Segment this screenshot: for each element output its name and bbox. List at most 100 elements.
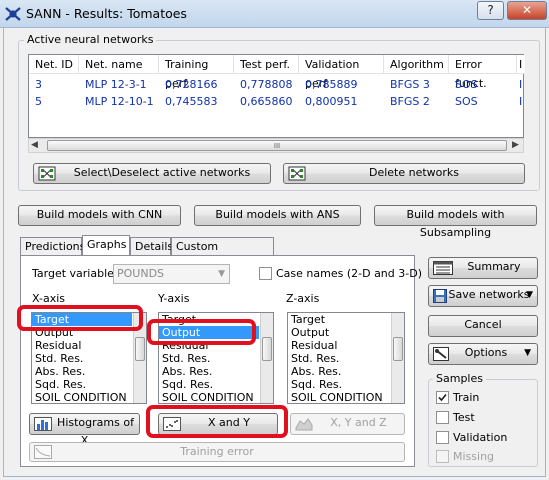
- case-names-checkbox[interactable]: [259, 267, 272, 280]
- y-output-highlight: [147, 319, 256, 345]
- col-header[interactable]: Validation perf.: [299, 55, 384, 90]
- z-axis-list[interactable]: Target Output Residual Std. Res. Abs. Re…: [287, 312, 405, 404]
- list-item[interactable]: Residual: [32, 339, 146, 352]
- floppy-disk-icon: [433, 289, 447, 303]
- tab-details[interactable]: Details: [130, 237, 173, 256]
- list-item[interactable]: Sqd. Res.: [159, 378, 273, 391]
- scroll-thumb[interactable]: III: [47, 140, 507, 151]
- train-checkbox[interactable]: [436, 391, 449, 404]
- target-variable-label: Target variable:: [32, 267, 118, 280]
- scroll-left-icon[interactable]: ◀: [31, 140, 38, 150]
- options-button[interactable]: Options ▼: [428, 343, 538, 365]
- cell[interactable]: SOS: [449, 77, 478, 93]
- help-button[interactable]: ?: [477, 1, 504, 20]
- histogram-icon: [34, 417, 52, 431]
- cell[interactable]: I: [517, 94, 522, 110]
- checkmark-icon: [438, 393, 447, 402]
- list-item[interactable]: Sqd. Res.: [32, 378, 146, 391]
- list-item[interactable]: Std. Res.: [159, 352, 273, 365]
- dropdown-arrow-icon: ▼: [524, 348, 531, 358]
- col-header[interactable]: Algorithm: [384, 55, 449, 74]
- delete-networks-button[interactable]: Delete networks: [283, 163, 525, 184]
- horizontal-scrollbar[interactable]: ◀ III ▶: [28, 138, 524, 153]
- tab-predictions[interactable]: Predictions: [20, 237, 85, 256]
- tab-graphs[interactable]: Graphs: [82, 235, 130, 256]
- cell[interactable]: 0,785889: [299, 77, 358, 93]
- list-item[interactable]: Output: [288, 326, 404, 339]
- dropdown-arrow-icon: ▼: [526, 290, 533, 300]
- select-deselect-label: Select\Deselect active networks: [73, 166, 251, 179]
- cell[interactable]: 0,800951: [299, 94, 358, 110]
- cell[interactable]: BFGS 2: [384, 94, 430, 110]
- summary-icon: [433, 261, 453, 275]
- list-item[interactable]: Abs. Res.: [159, 365, 273, 378]
- validation-label: Validation: [453, 431, 508, 444]
- train-label: Train: [453, 391, 480, 404]
- vertical-scrollbar[interactable]: [391, 313, 404, 403]
- col-header[interactable]: Error funct.: [449, 55, 517, 90]
- col-header[interactable]: Training perf.: [159, 55, 234, 90]
- save-networks-button[interactable]: Save networks ▼: [428, 285, 538, 307]
- cell[interactable]: BFGS 3: [384, 77, 430, 93]
- cell[interactable]: 3: [29, 77, 42, 93]
- target-variable-select[interactable]: POUNDS ▼: [113, 264, 230, 284]
- cell[interactable]: 0,745583: [159, 94, 218, 110]
- col-header[interactable]: Test perf.: [234, 55, 299, 74]
- training-error-label: Training error: [180, 445, 254, 458]
- networks-table[interactable]: Net. ID Net. name Training perf. Test pe…: [28, 54, 525, 138]
- save-networks-label: Save networks: [448, 288, 530, 301]
- list-item[interactable]: SOIL CONDITION: [159, 391, 273, 403]
- cancel-button[interactable]: Cancel: [428, 315, 538, 337]
- options-label: Options: [464, 346, 508, 359]
- list-item[interactable]: SOIL CONDITION: [32, 391, 146, 403]
- test-label: Test: [453, 411, 475, 424]
- close-button[interactable]: ✕: [507, 1, 547, 20]
- cell[interactable]: MLP 12-10-1: [79, 94, 154, 110]
- network-grid-icon: [288, 166, 306, 181]
- col-header[interactable]: I: [517, 55, 525, 74]
- xy-button-highlight: [146, 405, 288, 438]
- xyz-button[interactable]: X, Y and Z: [290, 413, 405, 435]
- col-header[interactable]: Net. name: [79, 55, 159, 74]
- list-item[interactable]: SOIL CONDITION: [288, 391, 404, 403]
- cell[interactable]: I: [517, 77, 522, 93]
- network-grid-icon: [38, 166, 56, 181]
- case-names-label: Case names (2-D and 3-D): [276, 267, 422, 280]
- missing-label: Missing: [453, 450, 495, 463]
- build-cnn-button[interactable]: Build models with CNN: [18, 205, 181, 226]
- list-item[interactable]: Std. Res.: [32, 352, 146, 365]
- delete-networks-label: Delete networks: [368, 166, 460, 179]
- summary-button[interactable]: Summary: [428, 257, 538, 279]
- cell[interactable]: SOS: [449, 94, 478, 110]
- missing-checkbox[interactable]: [436, 450, 449, 463]
- training-error-button[interactable]: Training error: [29, 442, 405, 462]
- select-deselect-networks-button[interactable]: Select\Deselect active networks: [33, 163, 271, 184]
- list-item[interactable]: Target: [288, 313, 404, 326]
- list-item[interactable]: Abs. Res.: [32, 365, 146, 378]
- tab-custom-predictions[interactable]: Custom predictions: [171, 237, 274, 270]
- y-axis-label: Y-axis: [158, 292, 190, 305]
- summary-label: Summary: [467, 260, 521, 273]
- networks-group-label: Active neural networks: [24, 33, 157, 46]
- cell[interactable]: MLP 12-3-1: [79, 77, 147, 93]
- x-axis-label: X-axis: [32, 292, 65, 305]
- list-item[interactable]: Std. Res.: [288, 352, 404, 365]
- cell[interactable]: 0,665860: [234, 94, 293, 110]
- cell[interactable]: 0,778808: [234, 77, 293, 93]
- col-header[interactable]: Net. ID: [29, 55, 79, 74]
- cell[interactable]: 5: [29, 94, 42, 110]
- surface-plot-icon: [295, 418, 313, 431]
- list-item[interactable]: Residual: [288, 339, 404, 352]
- histograms-button[interactable]: Histograms of X: [29, 413, 140, 447]
- vertical-scrollbar[interactable]: [260, 313, 273, 403]
- list-item[interactable]: Abs. Res.: [288, 365, 404, 378]
- validation-checkbox[interactable]: [436, 431, 449, 444]
- build-subsampling-button[interactable]: Build models with Subsampling: [374, 205, 537, 239]
- test-checkbox[interactable]: [436, 411, 449, 424]
- cell[interactable]: 0,728166: [159, 77, 218, 93]
- scroll-right-icon[interactable]: ▶: [512, 140, 519, 150]
- list-item[interactable]: Sqd. Res.: [288, 378, 404, 391]
- xyz-label: X, Y and Z: [330, 416, 387, 429]
- x-target-highlight: [17, 305, 143, 331]
- build-ans-button[interactable]: Build models with ANS: [194, 205, 361, 226]
